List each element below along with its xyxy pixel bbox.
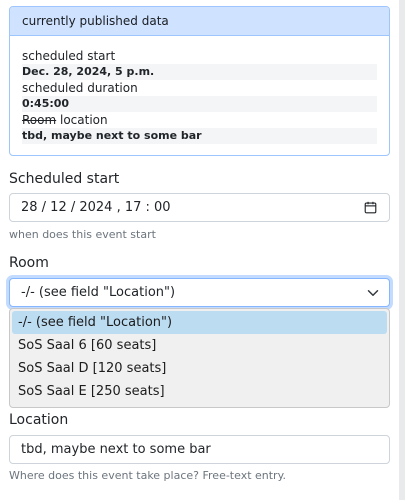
room-option[interactable]: SoS Saal E [250 seats] <box>12 380 387 403</box>
location-help: Where does this event take place? Free-t… <box>9 469 287 482</box>
scrollbar-track <box>399 0 405 500</box>
published-room-struck-label: Room <box>22 113 57 127</box>
calendar-icon[interactable] <box>364 201 377 214</box>
published-data-card: currently published data scheduled start… <box>9 6 390 156</box>
scheduled-start-label: Scheduled start <box>9 171 120 187</box>
room-label: Room <box>9 255 49 271</box>
published-location-word: location <box>60 113 108 127</box>
chevron-down-icon <box>367 290 379 296</box>
room-option[interactable]: SoS Saal D [120 seats] <box>12 357 387 380</box>
location-input-value: tbd, maybe next to some bar <box>21 442 211 457</box>
location-label: Location <box>9 412 69 428</box>
published-start-label: scheduled start <box>22 49 116 63</box>
room-dropdown-list: -/- (see field "Location") SoS Saal 6 [6… <box>9 308 390 408</box>
published-location-label: Room location <box>22 112 377 128</box>
published-location-value: tbd, maybe next to some bar <box>22 128 377 144</box>
room-option[interactable]: -/- (see field "Location") <box>12 311 387 334</box>
scheduled-start-help: when does this event start <box>9 228 156 241</box>
published-duration-label: scheduled duration <box>22 81 138 95</box>
scheduled-start-input[interactable]: 28 / 12 / 2024 , 17 : 00 <box>9 193 390 222</box>
room-selected-value: -/- (see field "Location") <box>21 285 176 300</box>
room-select[interactable]: -/- (see field "Location") <box>9 278 390 307</box>
published-start-value: Dec. 28, 2024, 5 p.m. <box>22 64 377 80</box>
published-duration-value: 0:45:00 <box>22 96 377 112</box>
scheduled-start-value: 28 / 12 / 2024 , 17 : 00 <box>21 200 171 215</box>
location-input[interactable]: tbd, maybe next to some bar <box>9 435 390 464</box>
room-option[interactable]: SoS Saal 6 [60 seats] <box>12 334 387 357</box>
published-data-header: currently published data <box>10 7 389 36</box>
published-data-body: scheduled start Dec. 28, 2024, 5 p.m. sc… <box>10 36 389 144</box>
